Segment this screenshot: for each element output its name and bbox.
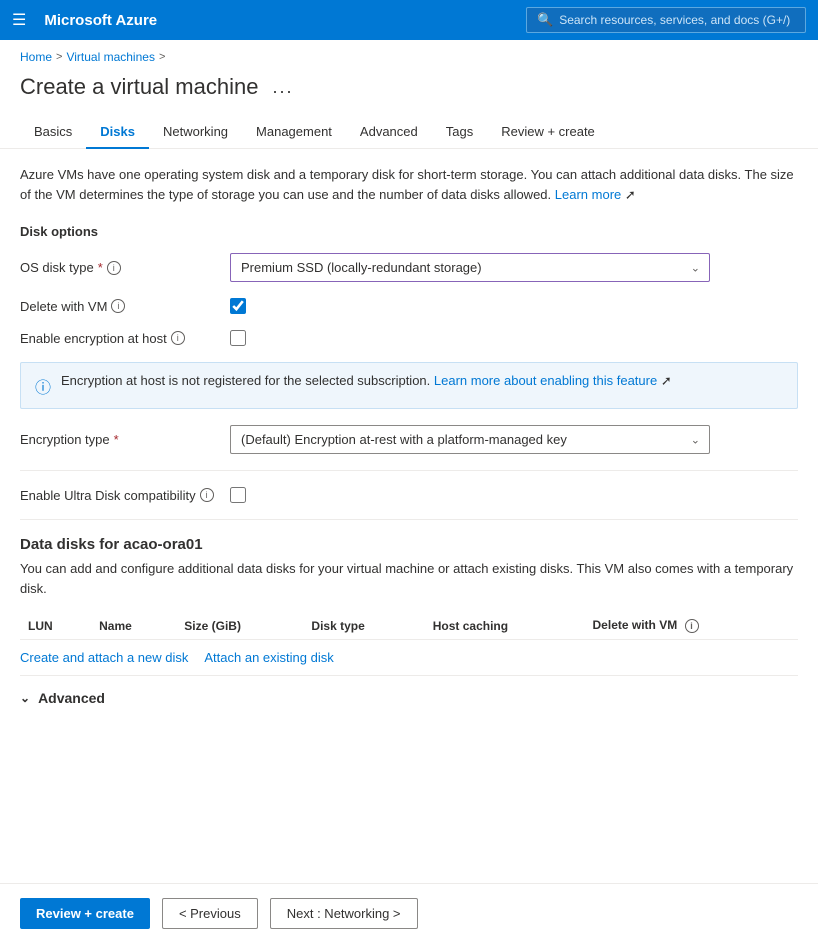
ultra-disk-checkbox-wrapper	[230, 487, 246, 503]
ultra-disk-checkbox[interactable]	[230, 487, 246, 503]
delete-with-vm-checkbox-wrapper	[230, 298, 246, 314]
page-title-section: Create a virtual machine ...	[0, 70, 818, 116]
col-delete-with-vm: Delete with VM i	[585, 612, 798, 640]
attach-existing-disk-link[interactable]: Attach an existing disk	[204, 650, 333, 665]
disk-action-links: Create and attach a new disk Attach an e…	[20, 650, 798, 665]
col-name: Name	[91, 612, 176, 640]
encryption-type-control: (Default) Encryption at-rest with a plat…	[230, 425, 710, 454]
delete-with-vm-row: Delete with VM i	[20, 298, 798, 314]
create-attach-disk-link[interactable]: Create and attach a new disk	[20, 650, 188, 665]
page-content: Home > Virtual machines > Create a virtu…	[0, 40, 818, 943]
learn-more-encryption-link[interactable]: Learn more about enabling this feature	[434, 373, 657, 388]
data-disks-description: You can add and configure additional dat…	[20, 559, 798, 598]
tab-basics[interactable]: Basics	[20, 116, 86, 149]
page-title: Create a virtual machine	[20, 74, 258, 100]
delete-with-vm-checkbox[interactable]	[230, 298, 246, 314]
encryption-host-checkbox-wrapper	[230, 330, 246, 346]
delete-with-vm-info-icon[interactable]: i	[111, 299, 125, 313]
top-nav: ☰ Microsoft Azure 🔍	[0, 0, 818, 40]
tabs: Basics Disks Networking Management Advan…	[0, 116, 818, 149]
ellipsis-button[interactable]: ...	[266, 75, 299, 100]
encryption-type-required: *	[114, 432, 119, 447]
encryption-type-label: Encryption type *	[20, 432, 220, 447]
advanced-label: Advanced	[38, 690, 105, 706]
tab-disks[interactable]: Disks	[86, 116, 149, 149]
os-disk-info-icon[interactable]: i	[107, 261, 121, 275]
info-box: ⓘ Encryption at host is not registered f…	[20, 362, 798, 409]
breadcrumb-chevron-2: >	[159, 51, 165, 63]
review-create-button[interactable]: Review + create	[20, 898, 150, 929]
ultra-disk-row: Enable Ultra Disk compatibility i	[20, 487, 798, 503]
ultra-disk-info-icon[interactable]: i	[200, 488, 214, 502]
breadcrumb-virtual-machines[interactable]: Virtual machines	[66, 50, 155, 64]
disk-table: LUN Name Size (GiB) Disk type Host cachi…	[20, 612, 798, 640]
tab-advanced[interactable]: Advanced	[346, 116, 432, 149]
col-disk-type: Disk type	[303, 612, 424, 640]
ultra-disk-label: Enable Ultra Disk compatibility i	[20, 488, 220, 503]
hamburger-icon[interactable]: ☰	[12, 10, 26, 30]
breadcrumb-chevron-1: >	[56, 51, 62, 63]
description-text: Azure VMs have one operating system disk…	[20, 165, 798, 204]
os-disk-type-control: Premium SSD (locally-redundant storage) …	[230, 253, 710, 282]
col-host-caching: Host caching	[425, 612, 585, 640]
os-disk-type-select[interactable]: Premium SSD (locally-redundant storage) …	[230, 253, 710, 282]
search-icon: 🔍	[537, 12, 553, 28]
encryption-host-row: Enable encryption at host i	[20, 330, 798, 346]
search-input[interactable]	[559, 13, 795, 27]
advanced-section: ⌄ Advanced	[20, 675, 798, 706]
encryption-type-select[interactable]: (Default) Encryption at-rest with a plat…	[230, 425, 710, 454]
tab-tags[interactable]: Tags	[432, 116, 487, 149]
delete-with-vm-label: Delete with VM i	[20, 299, 220, 314]
divider-1	[20, 470, 798, 471]
disk-options-title: Disk options	[20, 224, 798, 239]
app-title: Microsoft Azure	[44, 12, 516, 29]
advanced-chevron-icon: ⌄	[20, 691, 30, 705]
footer: Review + create < Previous Next : Networ…	[0, 883, 818, 943]
divider-2	[20, 519, 798, 520]
encryption-host-checkbox[interactable]	[230, 330, 246, 346]
data-disks-title: Data disks for acao-ora01	[20, 536, 798, 553]
previous-button[interactable]: < Previous	[162, 898, 258, 929]
breadcrumb-home[interactable]: Home	[20, 50, 52, 64]
encryption-host-label: Enable encryption at host i	[20, 331, 220, 346]
tab-review-create[interactable]: Review + create	[487, 116, 609, 149]
advanced-header[interactable]: ⌄ Advanced	[20, 690, 798, 706]
tab-networking[interactable]: Networking	[149, 116, 242, 149]
main-section: Azure VMs have one operating system disk…	[0, 149, 818, 722]
encryption-type-row: Encryption type * (Default) Encryption a…	[20, 425, 798, 454]
delete-with-vm-table-info-icon[interactable]: i	[685, 619, 699, 633]
tab-management[interactable]: Management	[242, 116, 346, 149]
col-lun: LUN	[20, 612, 91, 640]
encryption-host-info-icon[interactable]: i	[171, 331, 185, 345]
col-size: Size (GiB)	[176, 612, 303, 640]
os-disk-type-row: OS disk type * i Premium SSD (locally-re…	[20, 253, 798, 282]
search-bar: 🔍	[526, 7, 806, 33]
os-disk-required: *	[98, 260, 103, 275]
breadcrumb: Home > Virtual machines >	[0, 40, 818, 70]
next-networking-button[interactable]: Next : Networking >	[270, 898, 418, 929]
learn-more-link[interactable]: Learn more	[555, 187, 621, 202]
os-disk-type-label: OS disk type * i	[20, 260, 220, 275]
info-box-icon: ⓘ	[35, 374, 51, 398]
